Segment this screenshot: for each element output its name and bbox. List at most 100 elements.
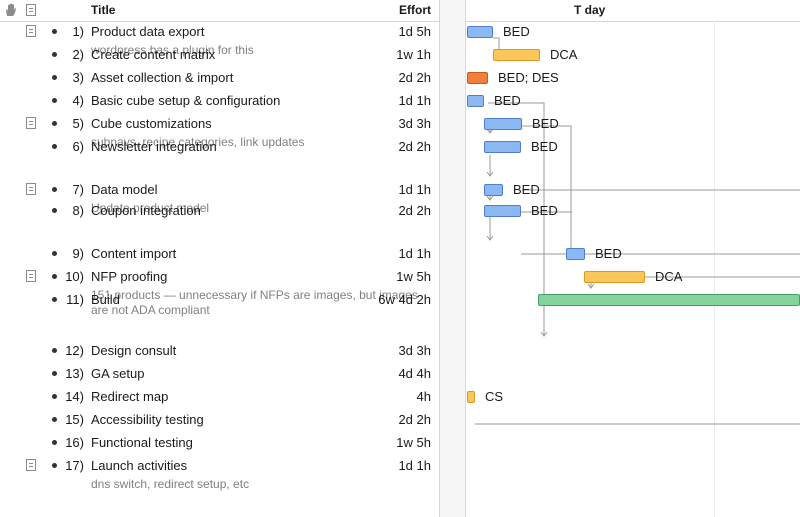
row-bullet[interactable] [52,440,57,445]
task-title[interactable]: Newsletter integration [91,139,217,154]
resource-label: CS [485,389,504,404]
task-effort[interactable]: 1d 1h [398,246,431,261]
task-effort[interactable]: 1d 1h [398,93,431,108]
task-title[interactable]: Accessibility testing [91,412,204,427]
row-bullet[interactable] [52,371,57,376]
task-effort[interactable]: 4d 4h [398,366,431,381]
hand-icon[interactable] [4,3,17,17]
note-column-icon[interactable] [26,4,36,16]
task-title[interactable]: Product data export [91,24,204,39]
task-effort[interactable]: 1w 1h [396,47,431,62]
row-bullet[interactable] [52,297,57,302]
note-icon[interactable] [26,270,36,282]
gantt-bar-task-8[interactable] [484,205,521,217]
task-title[interactable]: Content import [91,246,176,261]
task-row[interactable]: 16) Functional testing 1w 5h [0,432,439,455]
task-effort[interactable]: 3d 3h [398,116,431,131]
task-title[interactable]: GA setup [91,366,144,381]
task-title[interactable]: Asset collection & import [91,70,233,85]
gantt-bar-task-5[interactable] [484,118,522,130]
task-title[interactable]: NFP proofing [91,269,167,284]
note-icon[interactable] [26,459,36,471]
task-effort[interactable]: 2d 2h [398,139,431,154]
task-effort[interactable]: 2d 2h [398,70,431,85]
task-number: 15) [65,412,84,427]
title-column-header[interactable]: Title [91,3,115,17]
task-row[interactable]: 4) Basic cube setup & configuration 1d 1h [0,90,439,113]
resource-label: BED [531,203,558,218]
gantt-bar-task-3[interactable] [467,72,488,84]
row-bullet[interactable] [52,121,57,126]
gantt-bar-task-11[interactable] [538,294,800,306]
task-note[interactable]: dns switch, redirect setup, etc [91,477,431,492]
gantt-bar-task-9[interactable] [566,248,585,260]
row-bullet[interactable] [52,463,57,468]
task-title[interactable]: Build [91,292,120,307]
note-icon[interactable] [26,183,36,195]
task-effort[interactable]: 1d 1h [398,182,431,197]
gantt-bar-task-4[interactable] [467,95,484,107]
task-effort[interactable]: 6w 4d 2h [378,292,431,307]
task-row[interactable]: 12) Design consult 3d 3h [0,340,439,363]
task-effort[interactable]: 1d 1h [398,458,431,473]
note-icon[interactable] [26,117,36,129]
row-bullet[interactable] [52,394,57,399]
row-bullet[interactable] [52,144,57,149]
row-bullet[interactable] [52,29,57,34]
task-row[interactable]: 9) Content import 1d 1h [0,243,439,266]
resource-label: BED [531,139,558,154]
task-title[interactable]: Data model [91,182,157,197]
pane-divider[interactable] [439,0,466,517]
task-row[interactable]: 17) Launch activities 1d 1h dns switch, red… [0,455,439,494]
note-icon[interactable] [26,25,36,37]
task-title[interactable]: Launch activities [91,458,187,473]
row-bullet[interactable] [52,251,57,256]
gantt-bar-task-2[interactable] [493,49,540,61]
task-number: 13) [65,366,84,381]
task-effort[interactable]: 1w 5h [396,435,431,450]
task-row[interactable]: 15) Accessibility testing 2d 2h [0,409,439,432]
task-title[interactable]: Basic cube setup & configuration [91,93,280,108]
gantt-bar-task-14[interactable] [467,391,475,403]
task-effort[interactable]: 1d 5h [398,24,431,39]
task-row[interactable]: 14) Redirect map 4h [0,386,439,409]
task-number: 8) [72,203,84,218]
task-row[interactable]: 13) GA setup 4d 4h [0,363,439,386]
task-row[interactable]: 11) Build 6w 4d 2h [0,289,439,312]
task-title[interactable]: Functional testing [91,435,193,450]
task-number: 7) [72,182,84,197]
row-bullet[interactable] [52,274,57,279]
gantt-bar-task-7[interactable] [484,184,503,196]
task-effort[interactable]: 2d 2h [398,412,431,427]
task-effort[interactable]: 4h [417,389,431,404]
task-number: 2) [72,47,84,62]
task-title[interactable]: Coupon integration [91,203,201,218]
task-row[interactable]: 8) Coupon integration 2d 2h [0,200,439,223]
row-bullet[interactable] [52,417,57,422]
gantt-bar-task-1[interactable] [467,26,493,38]
task-title[interactable]: Design consult [91,343,176,358]
task-number: 5) [72,116,84,131]
task-title[interactable]: Redirect map [91,389,168,404]
task-row[interactable]: 3) Asset collection & import 2d 2h [0,67,439,90]
gantt-bar-task-10[interactable] [584,271,645,283]
task-row[interactable]: 2) Create content matrix 1w 1h [0,44,439,67]
resource-label: BED [513,182,540,197]
resource-label: DCA [550,47,578,62]
task-effort[interactable]: 2d 2h [398,203,431,218]
gantt-bar-task-6[interactable] [484,141,521,153]
effort-column-header[interactable]: Effort [399,3,431,17]
row-bullet[interactable] [52,52,57,57]
row-bullet[interactable] [52,348,57,353]
task-number: 16) [65,435,84,450]
task-number: 17) [65,458,84,473]
task-effort[interactable]: 1w 5h [396,269,431,284]
task-row[interactable]: 6) Newsletter integration 2d 2h [0,136,439,159]
task-effort[interactable]: 3d 3h [398,343,431,358]
task-title[interactable]: Create content matrix [91,47,215,62]
row-bullet[interactable] [52,75,57,80]
row-bullet[interactable] [52,98,57,103]
row-bullet[interactable] [52,208,57,213]
row-bullet[interactable] [52,187,57,192]
task-title[interactable]: Cube customizations [91,116,212,131]
